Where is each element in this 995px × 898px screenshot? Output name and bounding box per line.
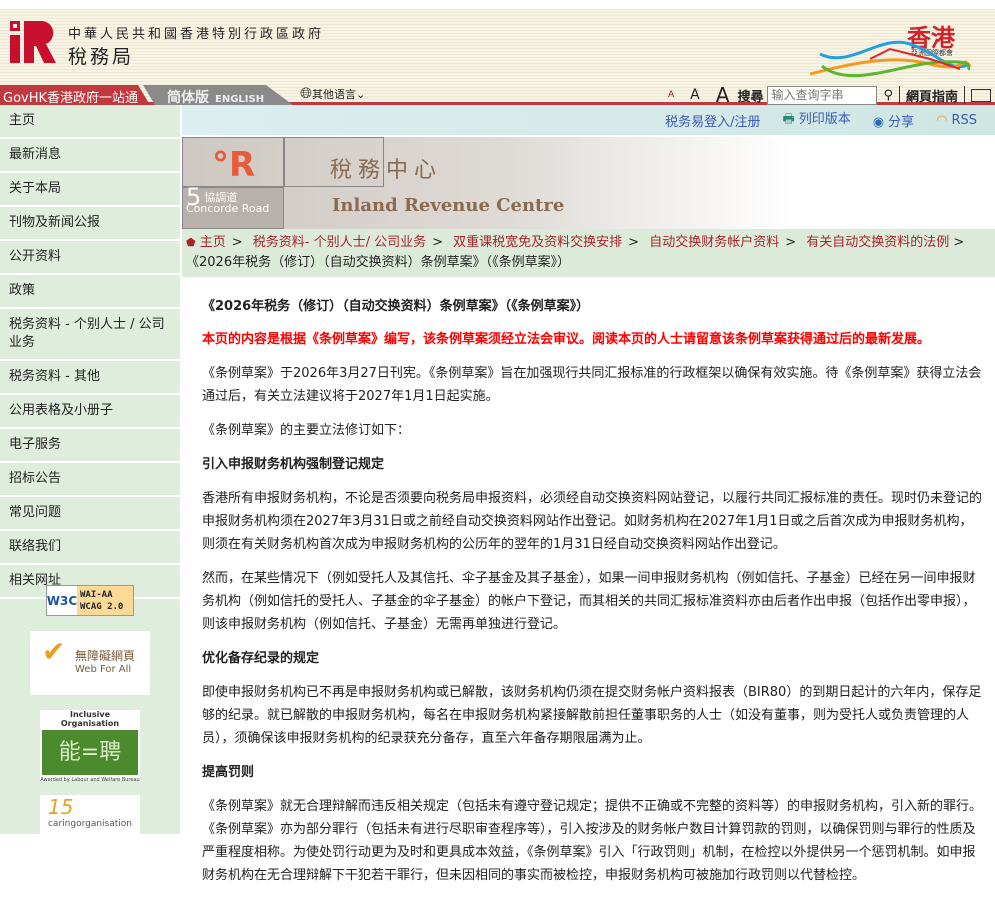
sidebar-item-about[interactable]: 关于本局	[0, 173, 180, 207]
paragraph: 《条例草案》于2026年3月27日刊宪。《条例草案》旨在加强现行共同汇报标准的行…	[202, 362, 985, 408]
dragon-ribbon-icon	[810, 14, 975, 84]
search-icon[interactable]: ⚲	[883, 88, 893, 103]
top-nav-bar: GovHK香港政府一站通 简体版 ENGLISH 🌐︎其他语言⌄ A A A 搜尋…	[0, 82, 995, 105]
inclusive-organisation-badge[interactable]: Inclusive Organisation 能=聘 Awarded by Labo…	[40, 710, 140, 780]
article: 《2026年税务（修订）（自动交换资料）条例草案》（《条例草案》） 本页的内容是…	[182, 277, 995, 887]
caring-text: caringorganisation	[48, 819, 132, 829]
sidebar-item-policy[interactable]: 政策	[0, 275, 180, 309]
print-label: 列印版本	[799, 112, 851, 127]
wcag-text: WCAG 2.0	[80, 601, 130, 613]
banner-cn-text: 稅務中心	[330, 152, 442, 184]
font-size-large-button[interactable]: A	[716, 83, 730, 107]
rss-label: RSS	[951, 113, 977, 128]
sidebar-item-public-info[interactable]: 公开资料	[0, 241, 180, 275]
paragraph: 即使申报财务机构已不再是申报财务机构或已解散，该财务机构仍须在提交财务帐户资料报…	[202, 681, 985, 750]
page-title: 《2026年税务（修订）（自动交换资料）条例草案》（《条例草案》）	[202, 295, 985, 318]
breadcrumb-separator: >	[628, 235, 639, 250]
breadcrumb-aeoi-legislation[interactable]: 有关自动交换资料的法例	[806, 235, 949, 250]
department-title: 稅務局	[68, 42, 134, 69]
road-en: Concorde Road	[186, 202, 269, 215]
main-content: 税务易登入/注册 🖶︎ 列印版本 ◉ 分享 ◠ RSS °R 稅務中心 Inland …	[182, 105, 995, 898]
mail-icon[interactable]	[971, 89, 991, 102]
sidebar-item-news[interactable]: 最新消息	[0, 139, 180, 173]
brand-hong-kong-logo[interactable]: 香港 亞洲國際都會	[810, 14, 975, 80]
incl-graphic: 能=聘	[42, 730, 138, 775]
breadcrumb-aeoi[interactable]: 自动交换财务帐户资料	[649, 235, 779, 250]
share-link[interactable]: ◉ 分享	[873, 111, 914, 130]
utility-bar: 税务易登入/注册 🖶︎ 列印版本 ◉ 分享 ◠ RSS	[182, 105, 995, 135]
printer-icon: 🖶︎	[782, 112, 794, 127]
banner-en-text: Inland Revenue Centre	[332, 195, 564, 216]
share-icon: ◉	[873, 115, 884, 130]
etax-login-link[interactable]: 税务易登入/注册	[665, 111, 760, 130]
page-tools: A A A 搜尋 ⚲ 網頁指南	[668, 83, 991, 107]
banner-road-sign: 5協調道Concorde Road	[186, 192, 269, 214]
paragraph: 《条例草案》就无合理辩解而违反相关规定（包括未有遵守登记规定；提供不正确或不完整…	[202, 795, 985, 887]
checkmark-icon: ✔	[42, 645, 65, 658]
home-icon: ⬟	[186, 236, 196, 249]
sidebar-item-faq[interactable]: 常见问题	[0, 497, 180, 531]
sidebar-item-contact[interactable]: 联络我们	[0, 531, 180, 565]
incl-sub: Awarded by Labour and Welfare Bureau	[40, 777, 140, 783]
breadcrumb-double-tax[interactable]: 双重课税宽免及资料交换安排	[453, 235, 622, 250]
w3c-text: W3C	[47, 586, 77, 615]
top-strip	[0, 0, 995, 10]
other-languages-label: 其他语言	[312, 88, 356, 101]
search-label: 搜尋	[737, 86, 763, 105]
caring-organisation-badge[interactable]: 15caringorganisation	[40, 795, 140, 835]
wcag-badge[interactable]: W3CWAI-AAWCAG 2.0	[46, 585, 134, 616]
sidebar-item-tax-others[interactable]: 税务资料 - 其他	[0, 361, 180, 395]
paragraph: 香港所有申报财务机构，不论是否须要向税务局申报资料，必须经自动交换资料网站登记，…	[202, 487, 985, 556]
govhk-link[interactable]: GovHK香港政府一站通	[0, 85, 150, 105]
site-header: 中華人民共和國香港特別行政區政府 稅務局 香港 亞洲國際都會	[0, 10, 995, 82]
paragraph: 《条例草案》的主要立法修订如下：	[202, 419, 985, 442]
sidebar-item-home[interactable]: 主页	[0, 105, 180, 139]
incl-title: Inclusive Organisation	[40, 710, 140, 728]
language-switch: 简体版 ENGLISH	[143, 85, 293, 105]
chevron-down-icon: ⌄	[356, 88, 365, 101]
rss-link[interactable]: ◠ RSS	[936, 113, 977, 128]
other-languages-dropdown[interactable]: 🌐︎其他语言⌄	[300, 84, 365, 102]
sidebar-menu: 主页 最新消息 关于本局 刊物及新闻公报 公开资料 政策 税务资料 - 个别人士…	[0, 105, 180, 834]
breadcrumb-separator: >	[232, 235, 243, 250]
font-size-medium-button[interactable]: A	[690, 87, 700, 103]
breadcrumb-current: 《2026年税务（修订）（自动交换资料）条例草案》（《条例草案》）	[186, 255, 570, 270]
breadcrumb-separator: >	[432, 235, 443, 250]
share-label: 分享	[888, 115, 914, 130]
search-input[interactable]	[767, 86, 877, 105]
breadcrumb: ⬟ 主页 > 税务资料- 个别人士/ 公司业务 > 双重课税宽免及资料交换安排 > 自…	[182, 229, 995, 277]
divider	[964, 86, 965, 104]
globe-icon: 🌐︎	[300, 84, 312, 102]
sidebar-item-publications[interactable]: 刊物及新闻公报	[0, 207, 180, 241]
rss-icon: ◠	[936, 113, 947, 128]
sidebar-item-tax-individuals-business[interactable]: 税务资料 - 个别人士 / 公司业务	[0, 309, 180, 361]
breadcrumb-separator: >	[949, 235, 964, 250]
sidebar-item-eservices[interactable]: 电子服务	[0, 429, 180, 463]
warning-notice: 本页的内容是根据《条例草案》编写，该条例草案须经立法会审议。阅读本页的人士请留意…	[202, 328, 985, 351]
breadcrumb-home[interactable]: 主页	[200, 235, 226, 250]
web-for-all-badge[interactable]: ✔ 無障礙網頁Web For All	[30, 631, 150, 695]
wfa-en: Web For All	[75, 663, 135, 676]
print-link[interactable]: 🖶︎ 列印版本	[782, 108, 850, 132]
paragraph: 然而，在某些情况下（例如受托人及其信托、伞子基金及其子基金），如果一间申报财务机…	[202, 567, 985, 636]
site-guide-link[interactable]: 網頁指南	[900, 86, 964, 105]
sidebar-item-forms[interactable]: 公用表格及小册子	[0, 395, 180, 429]
font-size-small-button[interactable]: A	[668, 90, 674, 100]
section-heading: 提高罚则	[202, 761, 985, 784]
breadcrumb-separator: >	[785, 235, 796, 250]
ird-logo[interactable]	[10, 21, 58, 63]
section-heading: 优化备存纪录的规定	[202, 647, 985, 670]
breadcrumb-tax-info[interactable]: 税务资料- 个别人士/ 公司业务	[253, 235, 426, 250]
wfa-cn: 無障礙網頁	[75, 650, 135, 663]
wai-text: WAI-AA	[80, 589, 130, 601]
sidebar-item-tenders[interactable]: 招标公告	[0, 463, 180, 497]
english-link[interactable]: ENGLISH	[215, 94, 264, 105]
banner-image: °R 稅務中心 Inland Revenue Centre 5協調道Concor…	[182, 137, 995, 229]
section-heading: 引入申报财务机构强制登记规定	[202, 453, 985, 476]
caring-years: 15	[48, 795, 73, 819]
banner-ir-logo: °R	[212, 145, 255, 185]
government-title: 中華人民共和國香港特別行政區政府	[68, 23, 324, 42]
simplified-chinese-link[interactable]: 简体版	[167, 90, 209, 106]
